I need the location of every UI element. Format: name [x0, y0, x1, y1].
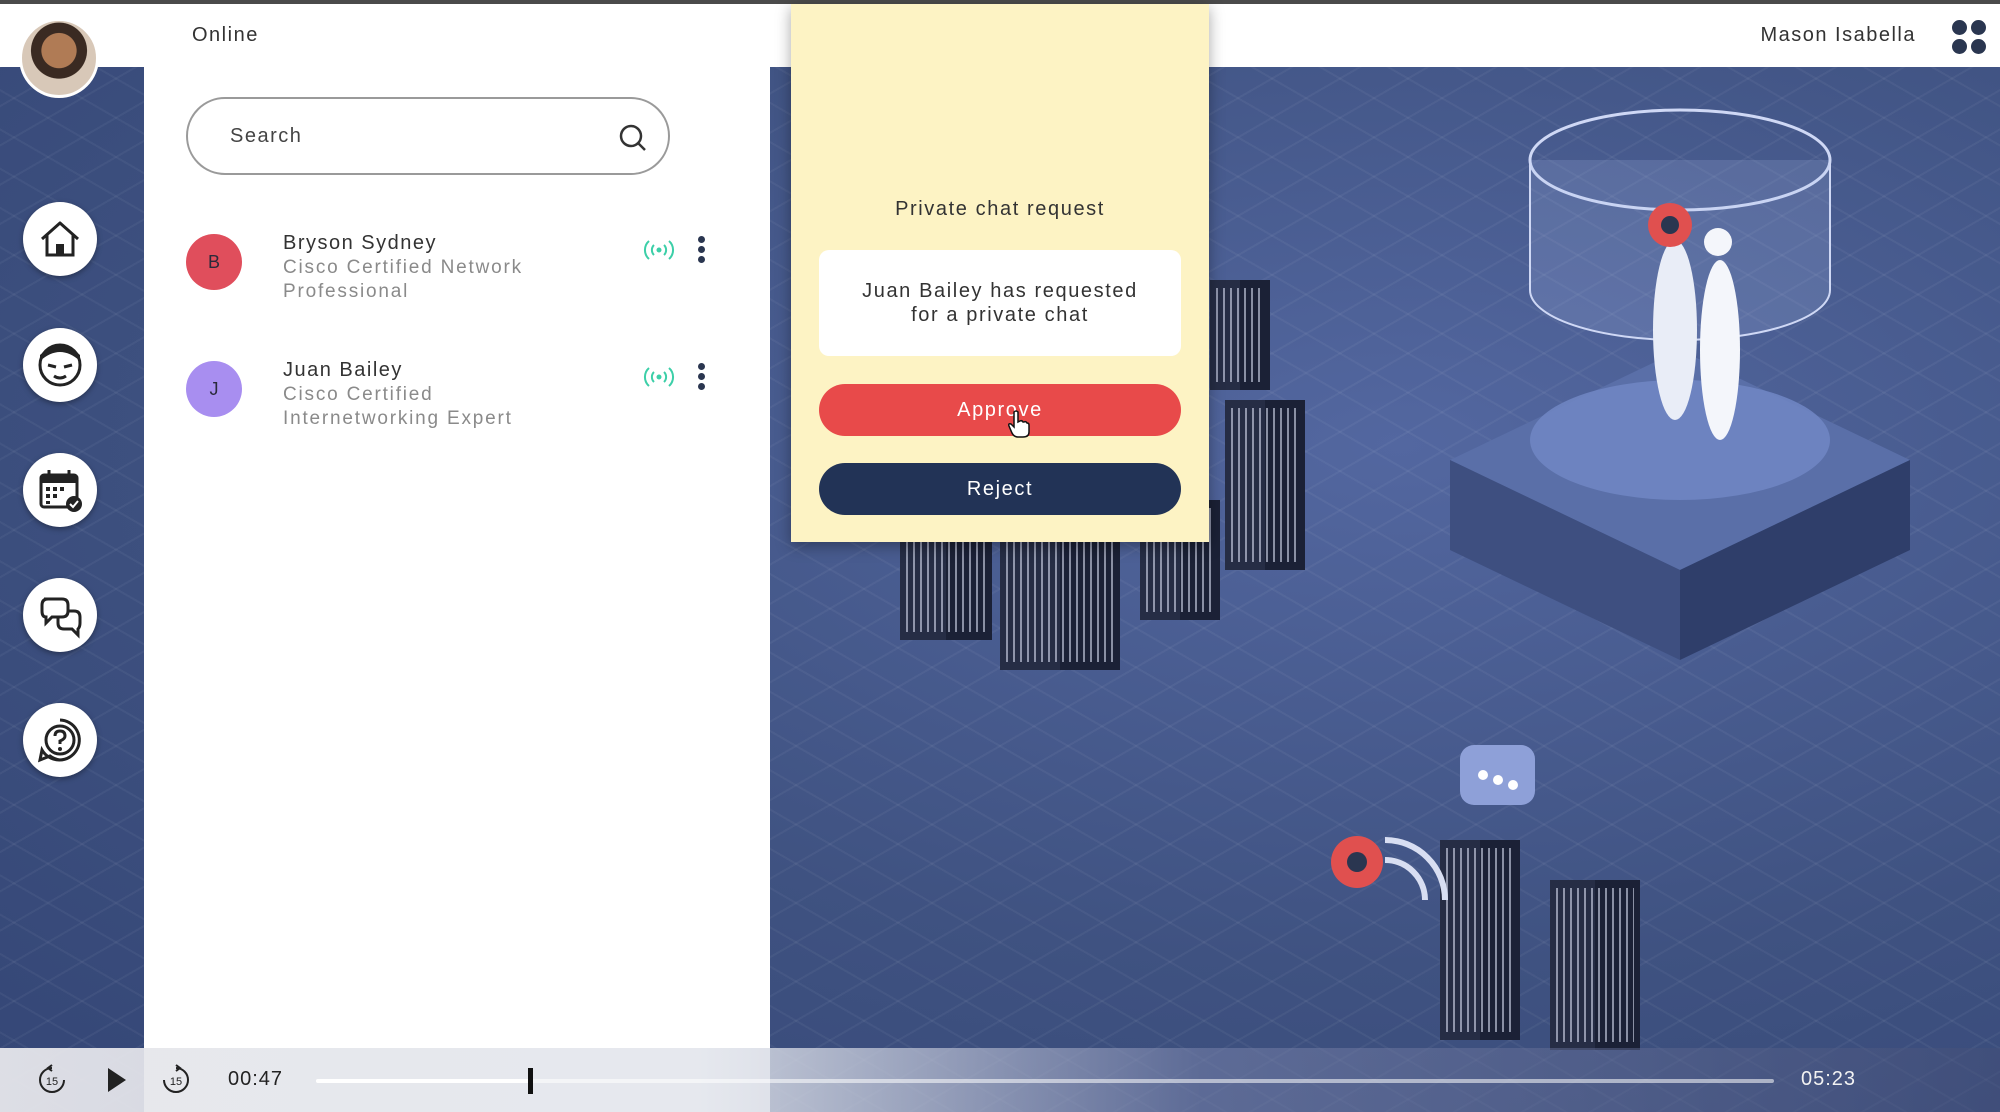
search-icon[interactable] — [618, 123, 648, 153]
chat-icon — [40, 597, 82, 639]
search-box[interactable] — [186, 97, 670, 175]
location-pin-illustration — [1331, 836, 1448, 901]
hologram-illustration — [1450, 108, 1910, 660]
reject-button[interactable]: Reject — [819, 463, 1181, 515]
building-illustration — [1225, 400, 1305, 570]
search-input[interactable] — [228, 123, 592, 149]
progress-thumb[interactable] — [528, 1068, 534, 1094]
forward-label: 15 — [170, 1076, 182, 1088]
more-options-icon[interactable] — [696, 236, 706, 266]
total-time: 05:23 — [1801, 1068, 1857, 1090]
more-options-icon[interactable] — [696, 363, 706, 393]
calendar-icon — [39, 470, 82, 512]
private-chat-request-dialog: Private chat request Juan Bailey has req… — [791, 4, 1209, 542]
sidebar-item-chat[interactable] — [23, 578, 97, 652]
left-sidebar — [0, 0, 144, 1112]
home-icon — [41, 221, 79, 257]
progress-slider[interactable] — [316, 1068, 1774, 1094]
avatar[interactable] — [19, 18, 99, 98]
approve-button[interactable]: Approve — [819, 384, 1181, 436]
user-name[interactable]: Mason Isabella — [1760, 24, 1916, 47]
contact-avatar: J — [186, 361, 242, 417]
sidebar-item-help[interactable] — [23, 703, 97, 777]
rewind-label: 15 — [46, 1076, 58, 1088]
online-status: Online — [192, 24, 259, 46]
chat-bubble-illustration — [1460, 745, 1535, 805]
apps-grid-icon[interactable] — [1952, 20, 1986, 54]
contact-name: Bryson Sydney — [283, 232, 438, 254]
help-icon — [37, 718, 81, 763]
list-item[interactable]: J Juan Bailey Cisco Certified Internetwo… — [186, 359, 726, 451]
contact-list-panel: B Bryson Sydney Cisco Certified Network … — [144, 67, 770, 1112]
rewind-15-icon[interactable]: 15 — [36, 1064, 68, 1096]
dialog-title: Private chat request — [895, 198, 1105, 220]
hand-cursor-icon — [1008, 410, 1030, 438]
forward-15-icon[interactable]: 15 — [160, 1064, 192, 1096]
dialog-message: Juan Bailey has requested for a private … — [819, 250, 1181, 356]
progress-fill — [316, 1079, 531, 1083]
video-player-bar: 15 15 00:47 05:23 — [0, 1048, 2000, 1112]
broadcast-icon — [643, 367, 675, 387]
contact-role: Cisco Certified Internetworking Expert — [283, 384, 513, 429]
list-item[interactable]: B Bryson Sydney Cisco Certified Network … — [186, 232, 726, 324]
contact-name: Juan Bailey — [283, 359, 403, 381]
play-icon[interactable] — [100, 1064, 132, 1096]
sidebar-item-calendar[interactable] — [23, 453, 97, 527]
sidebar-item-profile[interactable] — [23, 328, 97, 402]
contact-avatar: B — [186, 234, 242, 290]
contact-role: Cisco Certified Network Professional — [283, 257, 523, 302]
sidebar-item-home[interactable] — [23, 202, 97, 276]
current-time: 00:47 — [228, 1068, 284, 1090]
building-illustration — [1210, 280, 1270, 390]
broadcast-icon — [643, 240, 675, 260]
building-illustration — [1550, 880, 1640, 1050]
face-icon — [38, 343, 82, 387]
